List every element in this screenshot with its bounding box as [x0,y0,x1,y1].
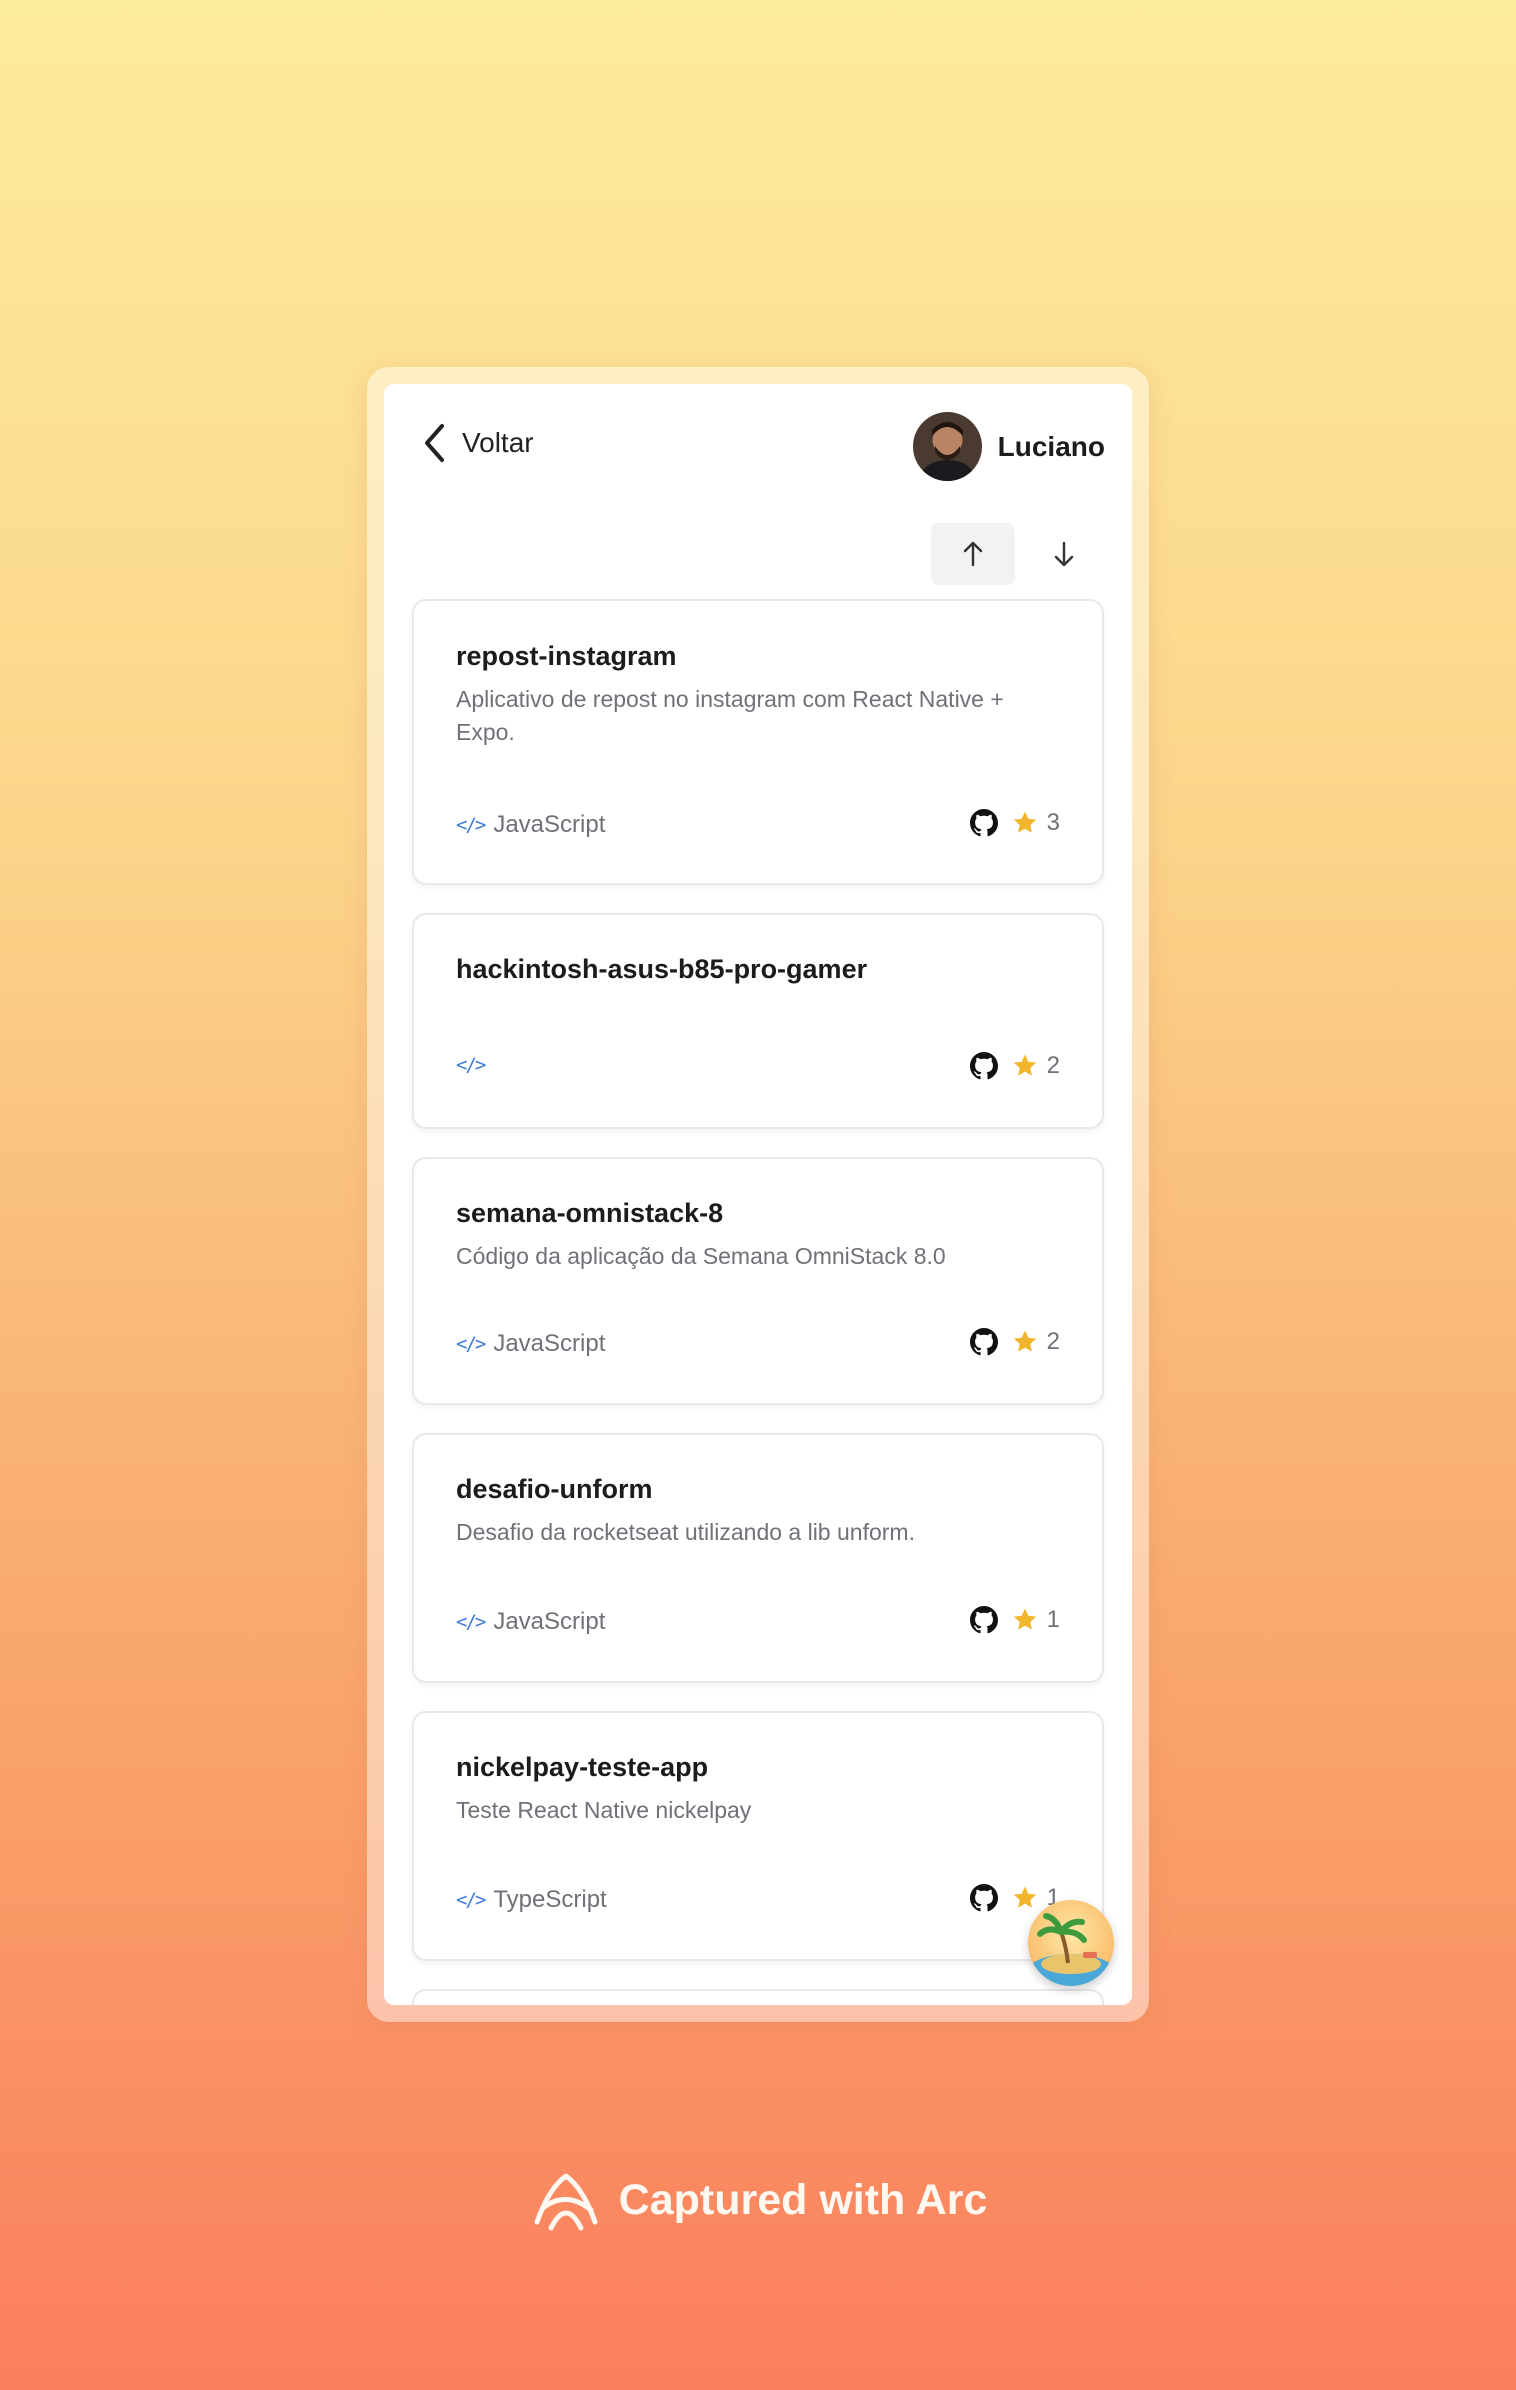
repo-name: desafio-unform [456,1474,653,1504]
repo-description: Teste React Native nickelpay [456,1797,752,1823]
avatar [912,412,982,481]
star-count: 2 [1046,1328,1060,1355]
star-icon [1013,1054,1036,1076]
arrow-down-icon [1054,541,1074,567]
repo-description: Código da aplicação da Semana OmniStack … [456,1243,946,1269]
repo-card[interactable]: hackintosh-asus-b85-pro-gamer </> 2 [412,913,1104,1129]
repo-card-partial[interactable] [412,1989,1104,2005]
repo-name: repost-instagram [456,641,677,671]
code-icon: </> [456,814,486,836]
github-icon[interactable] [969,1884,998,1912]
arc-logo-icon [534,2173,598,2231]
repo-language: </> [456,1054,493,1076]
back-button[interactable]: Voltar [422,422,534,464]
star-icon [1013,1886,1036,1908]
repo-card[interactable]: desafio-unform Desafio da rocketseat uti… [412,1433,1104,1683]
code-icon: </> [456,1054,486,1076]
star-icon [1013,811,1036,833]
code-icon: </> [456,1611,486,1633]
star-count: 2 [1046,1052,1060,1079]
sort-descending-button[interactable] [1022,523,1106,585]
island-emoji-button[interactable] [1028,1900,1114,1986]
user-profile: Luciano [912,412,1105,481]
repo-card[interactable]: semana-omnistack-8 Código da aplicação d… [412,1157,1104,1405]
user-name: Luciano [997,430,1105,462]
repo-description: Desafio da rocketseat utilizando a lib u… [456,1519,915,1545]
github-icon[interactable] [969,1328,998,1356]
repo-name: semana-omnistack-8 [456,1198,724,1228]
repo-stats: 2 [969,1052,1060,1080]
repo-language-label: JavaScript [493,1608,606,1635]
repo-language: </> JavaScript [456,811,605,839]
repo-language-label: JavaScript [493,811,606,838]
star-count: 1 [1046,1606,1060,1633]
star-count: 3 [1046,809,1060,836]
repo-language-label: TypeScript [493,1886,607,1913]
repo-stats: 1 [969,1606,1060,1634]
code-icon: </> [456,1889,486,1911]
app-frame: Voltar Luciano repost-instagram Aplicati… [367,367,1149,2022]
repo-stats: 2 [969,1328,1060,1356]
github-icon[interactable] [969,809,998,837]
repo-card[interactable]: nickelpay-teste-app Teste React Native n… [412,1711,1104,1961]
repo-name: hackintosh-asus-b85-pro-gamer [456,954,868,984]
sort-ascending-button[interactable] [931,523,1015,585]
watermark-text: Captured with Arc [618,2175,988,2224]
back-label: Voltar [462,427,534,458]
arc-watermark: Captured with Arc [0,2168,1516,2232]
repo-stats: 3 [969,809,1060,837]
repo-name: nickelpay-teste-app [456,1752,709,1782]
repo-language: </> JavaScript [456,1608,605,1636]
header: Voltar Luciano [384,384,1132,481]
star-icon [1013,1330,1036,1352]
repo-description: Aplicativo de repost no instagram com Re… [456,686,1004,745]
repo-language: </> JavaScript [456,1330,605,1358]
app-window: Voltar Luciano repost-instagram Aplicati… [384,384,1132,2005]
repo-language-label: JavaScript [493,1330,606,1357]
star-icon [1013,1608,1036,1630]
chevron-left-icon [425,424,444,462]
code-icon: </> [456,1333,486,1355]
github-icon[interactable] [969,1052,998,1080]
repo-card[interactable]: repost-instagram Aplicativo de repost no… [412,599,1104,885]
repo-language: </> TypeScript [456,1886,607,1914]
arrow-up-icon [963,541,983,567]
repo-list: repost-instagram Aplicativo de repost no… [412,599,1104,1989]
github-icon[interactable] [969,1606,998,1634]
